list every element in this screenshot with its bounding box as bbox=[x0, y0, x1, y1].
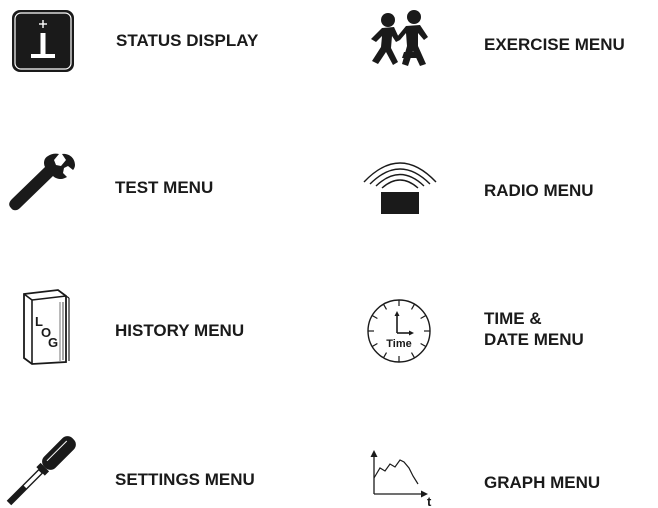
log-book-icon: L O G bbox=[18, 288, 72, 366]
status-display-label: STATUS DISPLAY bbox=[116, 31, 259, 50]
radio-menu-label: RADIO MENU bbox=[484, 181, 594, 200]
test-menu-label: TEST MENU bbox=[115, 178, 214, 197]
clock-time-text: Time bbox=[386, 338, 411, 350]
menu-item-time-date[interactable]: Time TIME & DATE MENU bbox=[364, 296, 654, 368]
menu-item-test[interactable]: TEST MENU bbox=[6, 150, 306, 220]
time-date-menu-label: TIME & DATE MENU bbox=[484, 308, 584, 350]
graph-axis-t-label: t bbox=[427, 494, 432, 506]
running-children-icon bbox=[360, 6, 440, 76]
exercise-menu-label: EXERCISE MENU bbox=[484, 35, 625, 54]
menu-item-exercise[interactable]: EXERCISE MENU bbox=[360, 4, 650, 76]
menu-item-radio[interactable]: RADIO MENU bbox=[360, 152, 650, 224]
history-menu-label: HISTORY MENU bbox=[115, 321, 245, 340]
graph-icon: t bbox=[366, 444, 438, 506]
main-menu-grid: STATUS DISPLAY EXERCISE MENU TEST MENU R… bbox=[0, 0, 658, 508]
menu-item-history[interactable]: L O G HISTORY MENU bbox=[18, 288, 308, 368]
menu-item-graph[interactable]: t GRAPH MENU bbox=[366, 444, 656, 508]
menu-item-status-display[interactable]: STATUS DISPLAY bbox=[10, 8, 310, 74]
settings-menu-label: SETTINGS MENU bbox=[115, 470, 255, 489]
info-icon bbox=[10, 8, 76, 74]
clock-icon: Time bbox=[364, 296, 434, 366]
log-letter-g: G bbox=[48, 335, 58, 350]
menu-item-settings[interactable]: SETTINGS MENU bbox=[6, 432, 306, 508]
time-date-label-line1: TIME & bbox=[484, 309, 542, 328]
graph-menu-label: GRAPH MENU bbox=[484, 473, 601, 492]
screwdriver-icon bbox=[6, 432, 78, 508]
radio-signal-icon bbox=[360, 152, 440, 220]
wrench-icon bbox=[6, 150, 78, 218]
time-date-label-line2: DATE MENU bbox=[484, 330, 584, 349]
